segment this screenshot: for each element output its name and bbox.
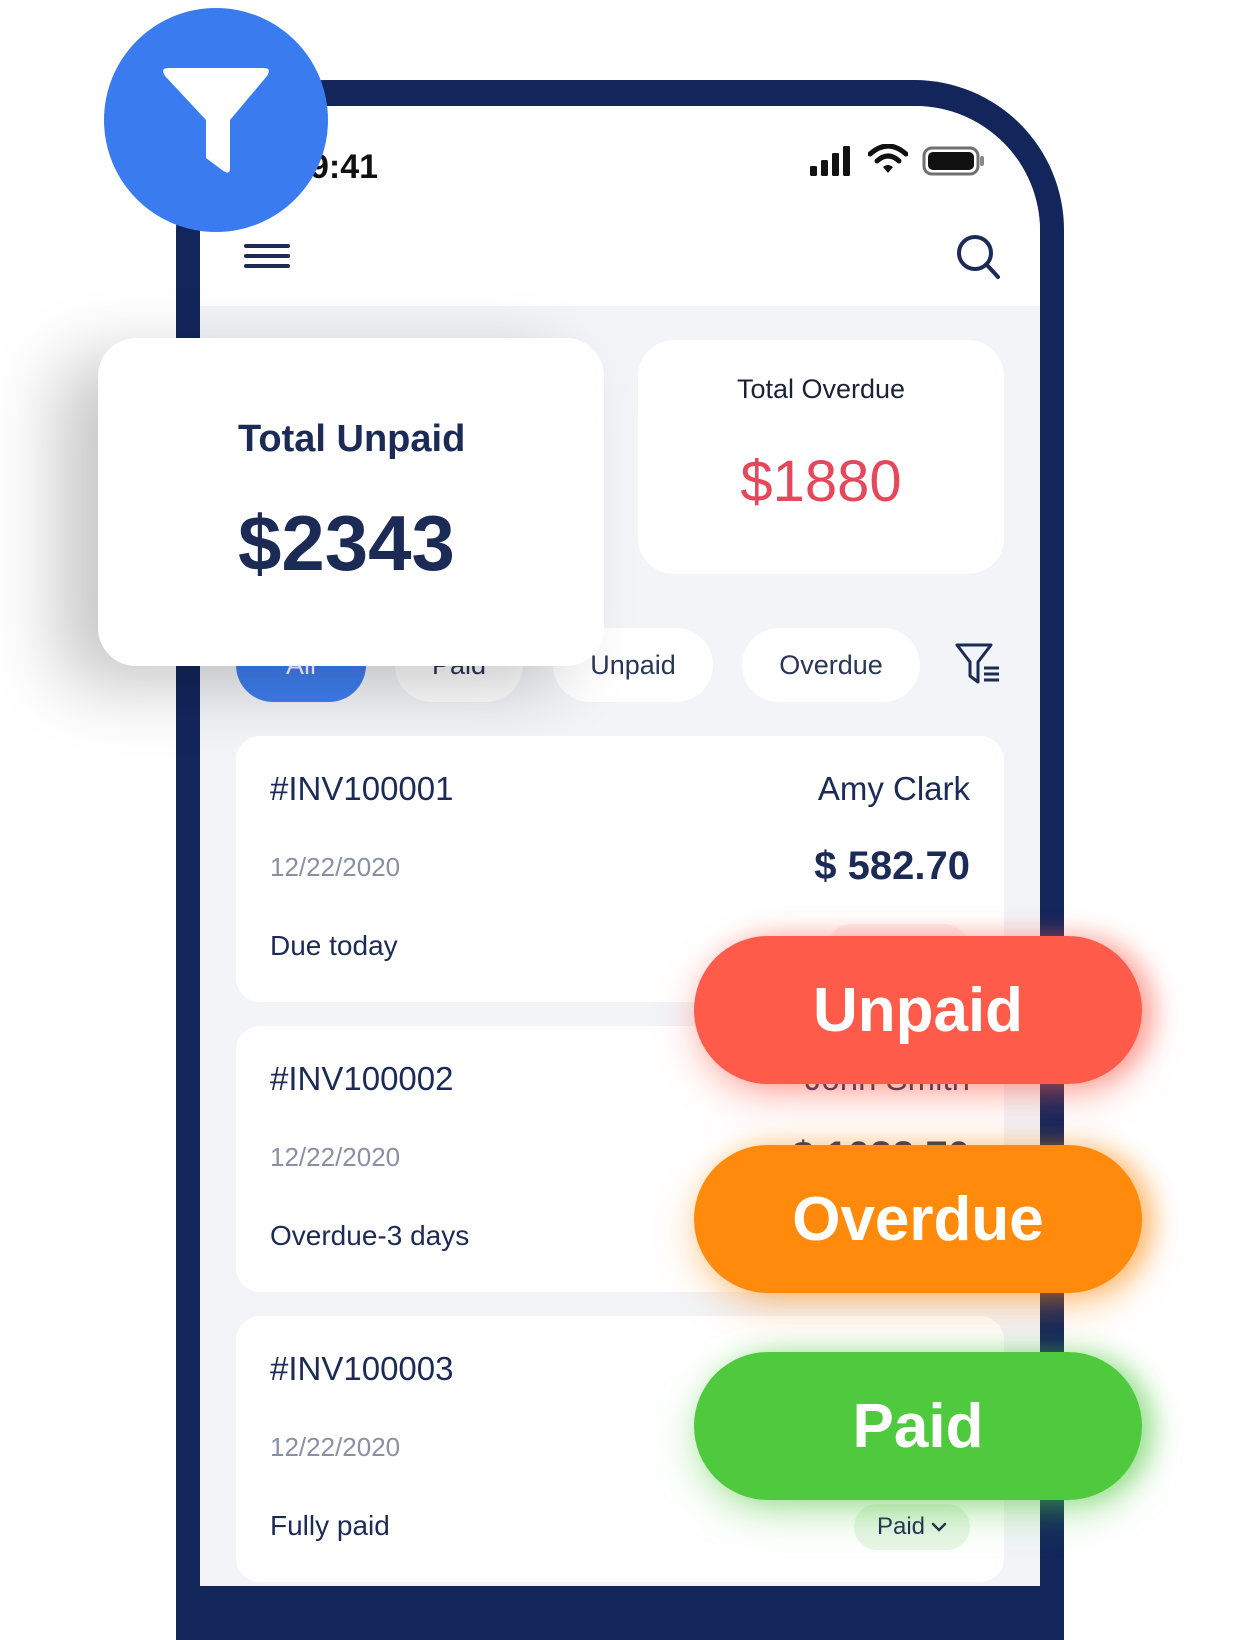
wifi-icon [868,144,908,173]
status-badge-label: Paid [876,1513,926,1540]
invoice-number: #INV100003 [270,1350,454,1387]
paid-pill[interactable]: Paid [694,1352,1142,1500]
invoice-amount: $ 582.70 [814,844,970,888]
filter-list-icon[interactable] [954,642,1002,688]
invoice-date: 12/22/2020 [270,1142,401,1172]
battery-icon [922,146,984,176]
invoice-customer: Amy Clark [817,770,970,807]
invoice-number: #INV100002 [270,1060,454,1097]
total-unpaid-card: Total Unpaid $2343 [98,338,604,666]
invoice-number: #INV100001 [270,770,454,807]
total-overdue-card: Total Overdue $1880 [638,340,1004,574]
signal-icon [810,146,850,176]
total-overdue-label: Total Overdue [736,374,906,404]
invoice-status: Overdue-3 days [270,1220,470,1251]
total-overdue-value: $1880 [740,449,902,514]
invoice-status: Fully paid [270,1510,390,1541]
invoice-status: Due today [270,930,398,961]
status-badge-paid[interactable]: Paid [854,1504,970,1550]
total-unpaid-value: $2343 [238,499,455,587]
total-unpaid-label: Total Unpaid [238,418,466,460]
overdue-pill[interactable]: Overdue [694,1145,1142,1293]
menu-icon[interactable] [244,238,290,278]
filter-chip-overdue[interactable]: Overdue [742,628,920,702]
chevron-down-icon [931,1522,947,1532]
filter-button[interactable] [104,8,328,232]
invoice-date: 12/22/2020 [270,852,401,882]
filter-icon [163,68,269,173]
search-icon[interactable] [954,232,1002,282]
unpaid-pill[interactable]: Unpaid [694,936,1142,1084]
invoice-date: 12/22/2020 [270,1432,401,1462]
